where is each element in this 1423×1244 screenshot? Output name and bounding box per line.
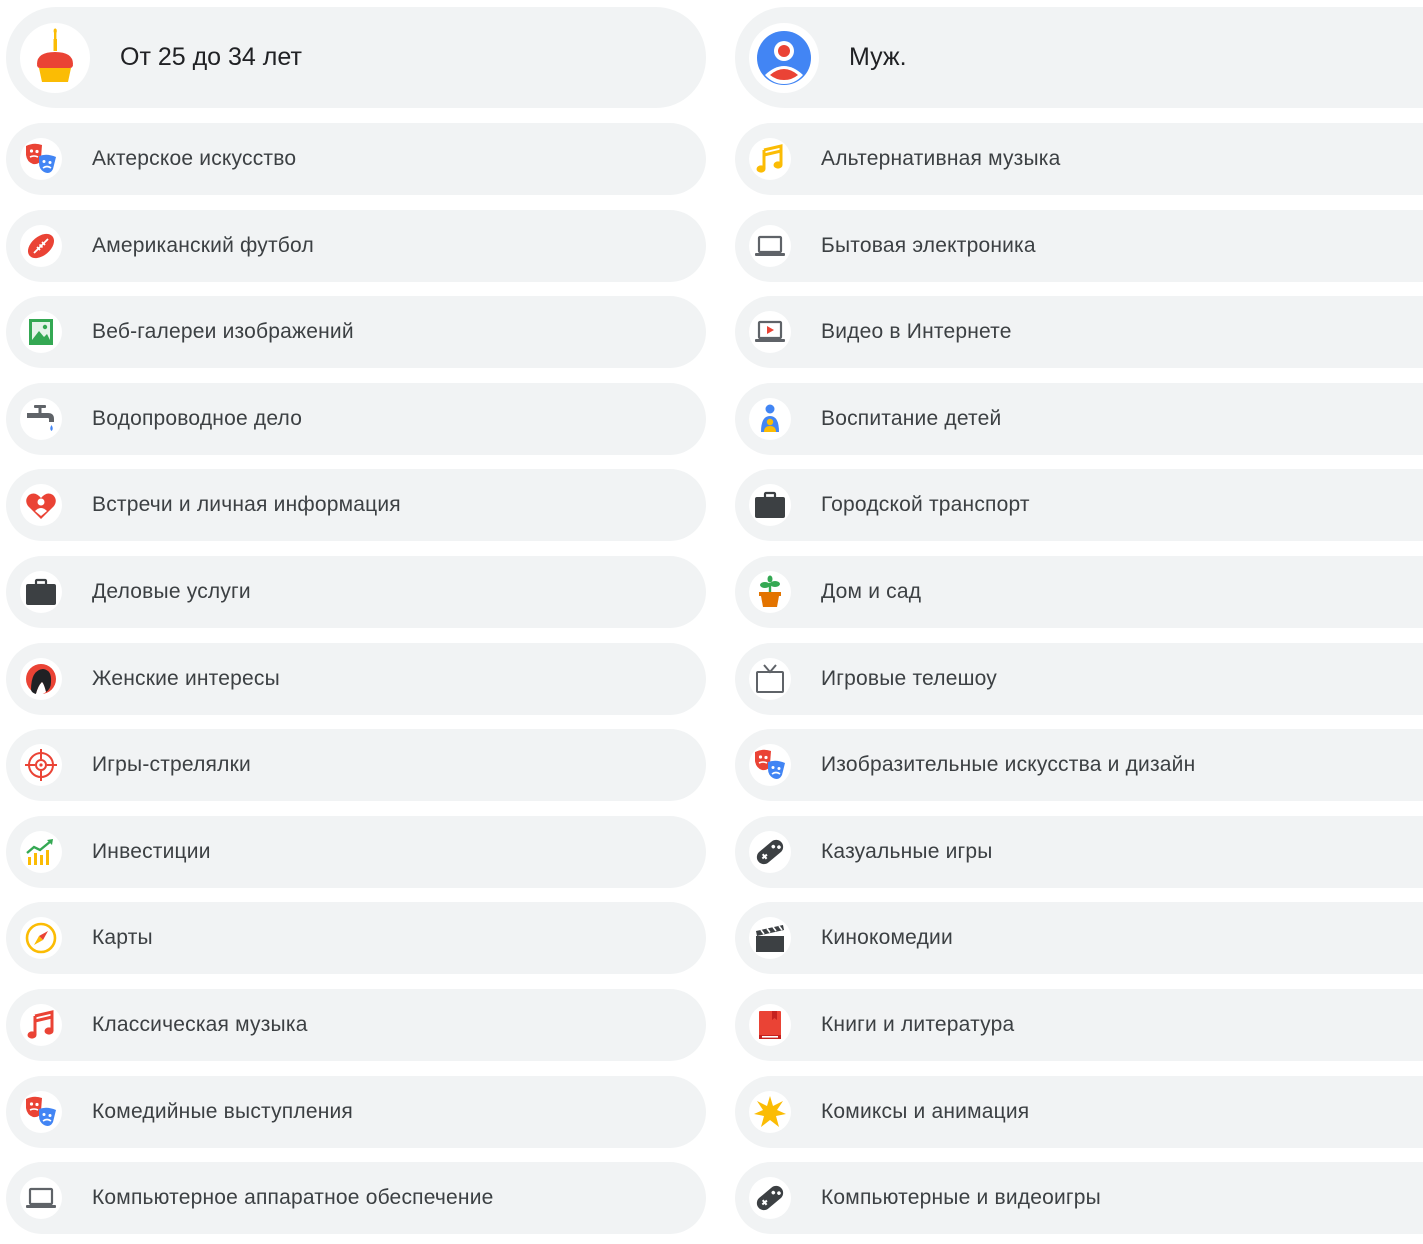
- gamepad-icon: [749, 1177, 791, 1220]
- interest-label: Кинокомедии: [821, 926, 953, 950]
- briefcase-icon: [20, 571, 62, 613]
- video-laptop-icon: [749, 311, 791, 354]
- interest-label: Компьютерные и видеоигры: [821, 1186, 1101, 1210]
- left-interest-chip[interactable]: Игры-стрелялки: [6, 729, 706, 802]
- left-interest-chip[interactable]: Карты: [6, 902, 706, 975]
- growth-chart-icon: [20, 830, 62, 873]
- book-icon: [749, 1004, 791, 1046]
- interest-label: Альтернативная музыка: [821, 147, 1061, 170]
- interest-label: Игры-стрелялки: [92, 753, 251, 777]
- left-interest-chip[interactable]: Классическая музыка: [6, 989, 706, 1061]
- heart-person-icon: [20, 484, 62, 527]
- age-label: От 25 до 34 лет: [120, 43, 302, 71]
- left-interest-chip[interactable]: Женские интересы: [6, 642, 706, 715]
- laptop-icon: [749, 224, 791, 267]
- right-interest-chip[interactable]: Комиксы и анимация: [735, 1075, 1423, 1148]
- interest-label: Женские интересы: [92, 666, 280, 690]
- theater-masks-icon: [20, 138, 62, 180]
- interest-label: Деловые услуги: [92, 580, 251, 603]
- interest-label: Дом и сад: [821, 580, 922, 603]
- left-interest-chip[interactable]: Компьютерное аппаратное обеспечение: [6, 1162, 706, 1235]
- gender-chip[interactable]: Муж.: [735, 7, 1423, 108]
- interest-label: Комиксы и анимация: [821, 1099, 1030, 1123]
- interests-grid: От 25 до 34 лет Актерское искусство Амери…: [0, 0, 1423, 1244]
- interest-label: Видео в Интернете: [821, 320, 1012, 344]
- crosshair-icon: [20, 744, 62, 787]
- left-interest-chip[interactable]: Водопроводное дело: [6, 382, 706, 455]
- right-interest-chip[interactable]: Видео в Интернете: [735, 296, 1423, 369]
- left-interest-chip[interactable]: Комедийные выступления: [6, 1075, 706, 1148]
- interest-label: Компьютерное аппаратное обеспечение: [92, 1186, 494, 1210]
- starburst-icon: [749, 1090, 791, 1133]
- interest-label: Инвестиции: [92, 839, 211, 863]
- interest-label: Комедийные выступления: [92, 1099, 353, 1123]
- interest-label: Актерское искусство: [92, 147, 297, 170]
- image-gallery-icon: [20, 311, 62, 354]
- right-interest-chip[interactable]: Игровые телешоу: [735, 642, 1423, 715]
- american-football-icon: [20, 224, 62, 267]
- theater-masks-icon: [20, 1090, 62, 1133]
- right-interest-chip[interactable]: Бытовая электроника: [735, 209, 1423, 282]
- interest-label: Бытовая электроника: [821, 233, 1036, 257]
- laptop-icon: [20, 1177, 62, 1220]
- left-interest-chip[interactable]: Встречи и личная информация: [6, 469, 706, 542]
- left-interest-chip[interactable]: Деловые услуги: [6, 556, 706, 628]
- left-interest-chip[interactable]: Веб-галереи изображений: [6, 296, 706, 369]
- interest-label: Игровые телешоу: [821, 666, 997, 690]
- right-interest-chip[interactable]: Альтернативная музыка: [735, 123, 1423, 195]
- right-interest-chip[interactable]: Кинокомедии: [735, 902, 1423, 975]
- interest-label: Водопроводное дело: [92, 406, 303, 430]
- interest-label: Изобразительные искусства и дизайн: [821, 753, 1196, 777]
- right-interest-chip[interactable]: Воспитание детей: [735, 382, 1423, 455]
- interest-label: Городской транспорт: [821, 493, 1030, 517]
- music-note-icon: [20, 1004, 62, 1046]
- left-interest-chip[interactable]: Инвестиции: [6, 815, 706, 888]
- interest-label: Классическая музыка: [92, 1013, 308, 1036]
- woman-icon: [20, 657, 62, 700]
- theater-masks-icon: [749, 744, 791, 787]
- clapperboard-icon: [749, 917, 791, 960]
- faucet-icon: [20, 397, 62, 440]
- person-avatar-icon: [749, 22, 819, 93]
- interest-label: Встречи и личная информация: [92, 493, 401, 517]
- right-interest-chip[interactable]: Казуальные игры: [735, 815, 1423, 888]
- right-interest-chip[interactable]: Городской транспорт: [735, 469, 1423, 542]
- right-interest-chip[interactable]: Компьютерные и видеоигры: [735, 1162, 1423, 1235]
- parent-child-icon: [749, 397, 791, 440]
- right-interest-chip[interactable]: Книги и литература: [735, 989, 1423, 1061]
- potted-plant-icon: [749, 571, 791, 613]
- briefcase-icon: [749, 484, 791, 527]
- compass-icon: [20, 917, 62, 960]
- gamepad-icon: [749, 830, 791, 873]
- interest-label: Казуальные игры: [821, 839, 993, 863]
- interest-label: Американский футбол: [92, 233, 314, 257]
- interest-label: Воспитание детей: [821, 406, 1002, 430]
- interest-label: Веб-галереи изображений: [92, 320, 354, 344]
- right-interest-chip[interactable]: Дом и сад: [735, 556, 1423, 628]
- tv-icon: [749, 657, 791, 700]
- age-chip[interactable]: От 25 до 34 лет: [6, 7, 706, 108]
- right-interest-chip[interactable]: Изобразительные искусства и дизайн: [735, 729, 1423, 802]
- birthday-cake-icon: [20, 22, 90, 93]
- gender-label: Муж.: [849, 43, 907, 71]
- interest-label: Книги и литература: [821, 1013, 1015, 1036]
- left-interest-chip[interactable]: Американский футбол: [6, 209, 706, 282]
- interest-label: Карты: [92, 926, 153, 950]
- music-note-icon: [749, 138, 791, 180]
- left-interest-chip[interactable]: Актерское искусство: [6, 123, 706, 195]
